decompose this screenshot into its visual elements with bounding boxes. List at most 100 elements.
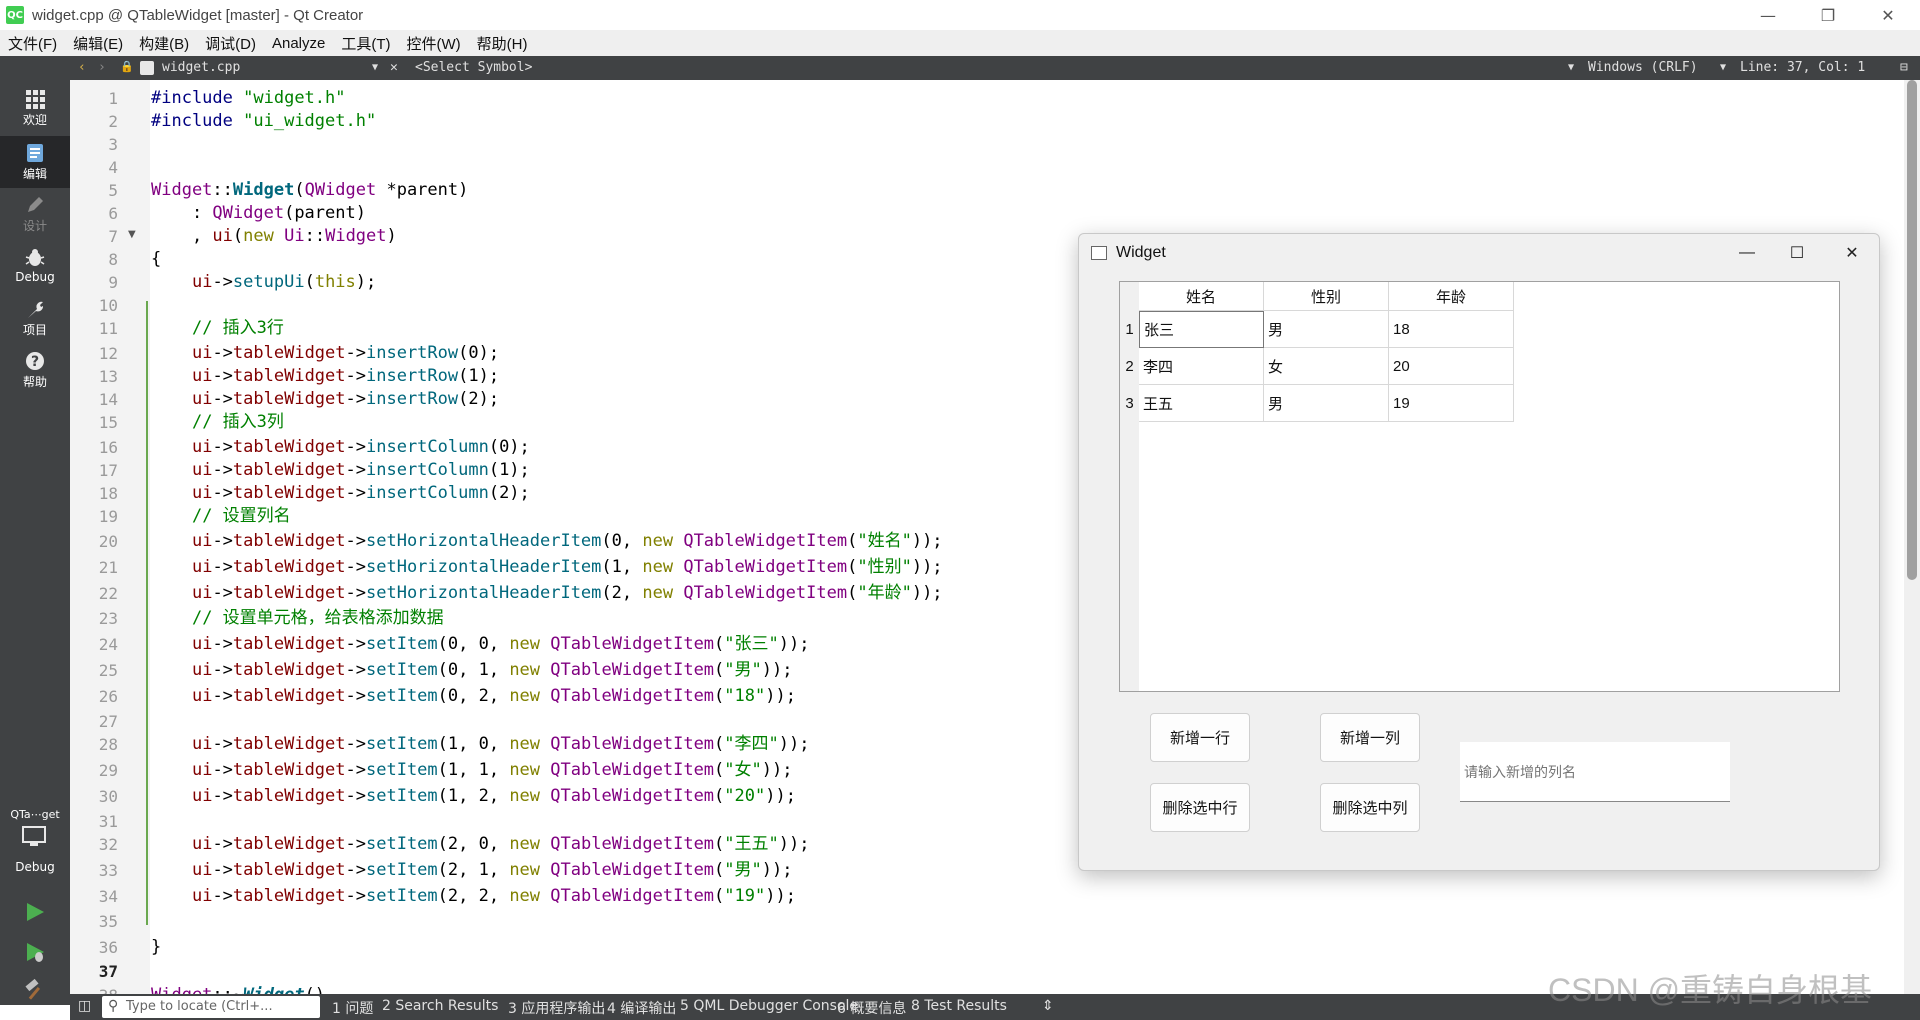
open-file-name[interactable]: widget.cpp: [162, 60, 240, 75]
menu-build[interactable]: 构建(B): [131, 33, 197, 54]
cursor-position[interactable]: Line: 37, Col: 1: [1740, 60, 1865, 75]
table-cell[interactable]: 王五: [1139, 385, 1264, 422]
line-number: 34: [98, 887, 118, 906]
table-cell[interactable]: 19: [1389, 385, 1514, 422]
mode-welcome[interactable]: 欢迎: [0, 82, 70, 134]
column-header[interactable]: 性别: [1264, 282, 1389, 311]
toggle-sidebar-icon[interactable]: ◫: [78, 998, 91, 1014]
editor-scrollbar[interactable]: [1904, 80, 1920, 994]
mode-debug[interactable]: Debug: [0, 240, 70, 292]
build-button[interactable]: [24, 978, 46, 1004]
pane-general-messages[interactable]: 6 概要信息: [837, 998, 906, 1018]
table-cell[interactable]: 女: [1264, 348, 1389, 385]
line-number: 5: [108, 181, 118, 200]
menu-file[interactable]: 文件(F): [0, 33, 65, 54]
debug-run-button[interactable]: [24, 941, 46, 967]
widget-close-icon[interactable]: ✕: [1824, 234, 1880, 272]
cpp-file-icon: [140, 61, 154, 75]
pane-more-icon[interactable]: ⇕: [1042, 998, 1054, 1014]
column-header[interactable]: 姓名: [1139, 282, 1264, 311]
minimize-icon[interactable]: —: [1740, 0, 1796, 30]
fold-arrow-icon[interactable]: ▼: [128, 229, 136, 240]
line-number: 2: [108, 112, 118, 131]
mode-design[interactable]: 设计: [0, 188, 70, 240]
pane-app-output[interactable]: 3 应用程序输出: [508, 998, 605, 1018]
line-number: 20: [98, 532, 118, 551]
table-cell[interactable]: 男: [1264, 311, 1389, 348]
mode-design-label: 设计: [22, 218, 47, 233]
position-dropdown-icon[interactable]: ▼: [1720, 62, 1726, 73]
run-button[interactable]: [24, 901, 46, 927]
locator-input[interactable]: ⚲ Type to locate (Ctrl+...: [102, 996, 320, 1018]
mode-projects-label: 项目: [22, 322, 47, 337]
mode-projects[interactable]: 项目: [0, 292, 70, 344]
restore-icon[interactable]: ❐: [1800, 0, 1856, 30]
line-number: 19: [98, 507, 118, 526]
code-line: ui->tableWidget->insertColumn(2);: [191, 483, 530, 503]
table-cell[interactable]: 李四: [1139, 348, 1264, 385]
kit-selector[interactable]: [22, 826, 48, 852]
pane-issues[interactable]: 1 问题: [332, 998, 373, 1018]
column-header[interactable]: 年龄: [1389, 282, 1514, 311]
mode-edit[interactable]: 编辑: [0, 136, 70, 188]
mode-help[interactable]: ? 帮助: [0, 344, 70, 396]
menu-debug[interactable]: 调试(D): [197, 33, 264, 54]
table-cell[interactable]: 20: [1389, 348, 1514, 385]
menu-edit[interactable]: 编辑(E): [65, 33, 131, 54]
code-line: ui->tableWidget->setItem(1, 2, new QTabl…: [191, 786, 796, 806]
delete-row-button[interactable]: 删除选中行: [1150, 783, 1250, 832]
file-dropdown-icon[interactable]: ▼: [372, 62, 378, 73]
split-editor-icon[interactable]: ⊟: [1900, 60, 1908, 75]
pane-compile-output[interactable]: 4 编译输出: [607, 998, 676, 1018]
bug-icon: [25, 249, 45, 266]
row-number[interactable]: 2: [1120, 348, 1139, 385]
menu-help[interactable]: 帮助(H): [469, 33, 536, 54]
widget-minimize-icon[interactable]: —: [1719, 234, 1775, 272]
close-document-icon[interactable]: ✕: [390, 60, 398, 75]
table-widget[interactable]: 姓名 性别 年龄 1 2 3 张三 男 18 李四 女 20 王五 男 19: [1119, 281, 1840, 692]
symbol-selector[interactable]: <Select Symbol>: [415, 60, 532, 75]
add-row-button[interactable]: 新增一行: [1150, 713, 1250, 762]
table-cell[interactable]: 18: [1389, 311, 1514, 348]
table-cell-selected[interactable]: 张三: [1139, 311, 1264, 348]
line-number: 35: [98, 912, 118, 931]
widget-maximize-icon[interactable]: ☐: [1769, 234, 1825, 272]
line-number: 12: [98, 344, 118, 363]
close-icon[interactable]: ✕: [1860, 0, 1916, 30]
code-line: ui->tableWidget->insertRow(1);: [191, 366, 500, 386]
line-number: 33: [98, 861, 118, 880]
encoding-dropdown-icon[interactable]: ▼: [1568, 62, 1574, 73]
table-cell[interactable]: 男: [1264, 385, 1389, 422]
code-line: ui->tableWidget->setItem(1, 1, new QTabl…: [191, 760, 793, 780]
menu-analyze[interactable]: Analyze: [264, 35, 333, 52]
locator-placeholder: Type to locate (Ctrl+...: [126, 999, 273, 1014]
nav-forward-icon[interactable]: ›: [98, 60, 106, 75]
pane-qml-debugger[interactable]: 5 QML Debugger Console: [680, 998, 858, 1014]
line-number: 7: [108, 227, 118, 246]
qt-creator-app-icon: QC: [6, 6, 24, 24]
pane-search-results[interactable]: 2 Search Results: [382, 998, 498, 1014]
row-number[interactable]: 3: [1120, 385, 1139, 422]
line-ending-selector[interactable]: Windows (CRLF): [1588, 60, 1698, 75]
mode-welcome-label: 欢迎: [22, 112, 47, 127]
line-number: 27: [98, 712, 118, 731]
line-number: 17: [98, 461, 118, 480]
code-line: : QWidget(parent): [151, 203, 366, 223]
column-name-input[interactable]: [1460, 742, 1730, 802]
pane-test-results[interactable]: 8 Test Results: [911, 998, 1007, 1014]
line-number: 13: [98, 367, 118, 386]
row-number[interactable]: 1: [1120, 311, 1139, 348]
menu-tools[interactable]: 工具(T): [333, 33, 398, 54]
line-number: 30: [98, 787, 118, 806]
menu-controls[interactable]: 控件(W): [399, 33, 469, 54]
code-line: #include "widget.h": [151, 88, 346, 108]
nav-back-icon[interactable]: ‹: [78, 60, 86, 75]
add-column-button[interactable]: 新增一列: [1320, 713, 1420, 762]
mode-edit-label: 编辑: [22, 166, 47, 181]
code-line: ui->tableWidget->insertColumn(1);: [191, 460, 530, 480]
kit-build-config: Debug: [15, 860, 55, 874]
delete-column-button[interactable]: 删除选中列: [1320, 783, 1420, 832]
line-number: 1: [108, 89, 118, 108]
scrollbar-thumb[interactable]: [1907, 80, 1917, 580]
pencil-icon: [28, 196, 43, 212]
